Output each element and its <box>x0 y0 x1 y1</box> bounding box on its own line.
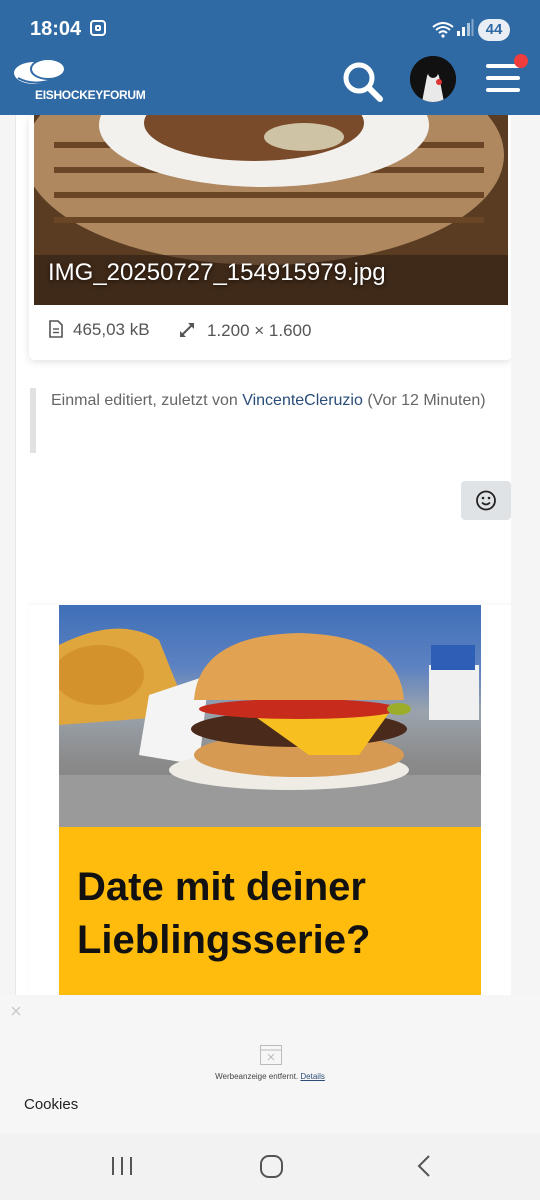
wifi-icon <box>432 22 454 41</box>
ad-removed-label: Werbeanzeige entfernt. <box>215 1072 299 1081</box>
home-icon[interactable] <box>258 1151 286 1181</box>
ad-headline: Date mit deiner Lieblingsserie? <box>77 861 477 967</box>
ad-container: Date mit deiner Lieblingsserie? <box>29 605 511 995</box>
battery-indicator: 44 <box>478 19 510 41</box>
attachment-dimensions: 1.200 × 1.600 <box>207 321 312 340</box>
site-header: EISHOCKEYFORUM <box>0 54 540 115</box>
search-icon <box>343 62 383 102</box>
edit-note-user-link[interactable]: VincenteCleruzio <box>242 392 363 409</box>
signal-icon <box>456 19 474 42</box>
site-logo[interactable]: EISHOCKEYFORUM <box>12 58 146 110</box>
attachment-filename: IMG_20250727_154915979.jpg <box>48 259 386 286</box>
ad-burger-photo <box>59 605 481 827</box>
edit-note-suffix: (Vor 12 Minuten) <box>362 392 486 409</box>
dimensions-item: 1.200 × 1.600 <box>177 320 311 341</box>
attachment-filesize: 465,03 kB <box>73 320 150 339</box>
menu-icon-bar <box>486 76 520 80</box>
edit-note-prefix: Einmal editiert, zuletzt von <box>51 392 243 409</box>
notification-dot <box>514 54 528 68</box>
user-avatar[interactable] <box>410 56 456 102</box>
helmet-logo-icon <box>14 58 66 84</box>
status-bar: 18:04 44 <box>0 0 540 60</box>
search-button[interactable] <box>340 60 386 104</box>
file-icon <box>49 320 63 338</box>
screen-record-icon <box>90 20 106 36</box>
ad-headline-line1: Date mit deiner <box>77 865 366 909</box>
close-icon[interactable] <box>8 1003 24 1019</box>
cookies-button[interactable]: Cookies <box>24 1096 78 1113</box>
attachment-image[interactable]: IMG_20250727_154915979.jpg <box>34 115 508 305</box>
attachment-card[interactable]: IMG_20250727_154915979.jpg 465,03 kB 1.2… <box>29 115 511 360</box>
ad-headline-line2: Lieblingsserie? <box>77 918 371 962</box>
avatar-image <box>410 56 456 102</box>
edit-note: Einmal editiert, zuletzt von VincenteCle… <box>30 388 500 453</box>
back-icon[interactable] <box>414 1151 434 1181</box>
expand-icon <box>180 323 194 337</box>
ad-removed-icon <box>260 1045 282 1065</box>
ad-details-link[interactable]: Details <box>300 1072 324 1081</box>
ad-creative[interactable]: Date mit deiner Lieblingsserie? <box>59 605 481 995</box>
ad-banner: Date mit deiner Lieblingsserie? <box>59 827 481 995</box>
status-time: 18:04 <box>30 18 82 40</box>
burger-image <box>59 628 481 827</box>
menu-button[interactable] <box>484 54 528 100</box>
site-name: EISHOCKEYFORUM <box>35 88 146 102</box>
filesize-item: 465,03 kB <box>49 320 150 340</box>
smiley-icon <box>476 490 496 511</box>
menu-icon-bar <box>486 88 520 92</box>
ad-removed-text: Werbeanzeige entfernt. Details <box>0 1072 540 1081</box>
recent-apps-icon[interactable] <box>110 1151 134 1181</box>
system-navigation-bar <box>0 1133 540 1200</box>
cookie-bar: Werbeanzeige entfernt. Details Cookies <box>0 995 540 1133</box>
reaction-button[interactable] <box>461 481 511 520</box>
post-content: IMG_20250727_154915979.jpg 465,03 kB 1.2… <box>15 115 511 995</box>
